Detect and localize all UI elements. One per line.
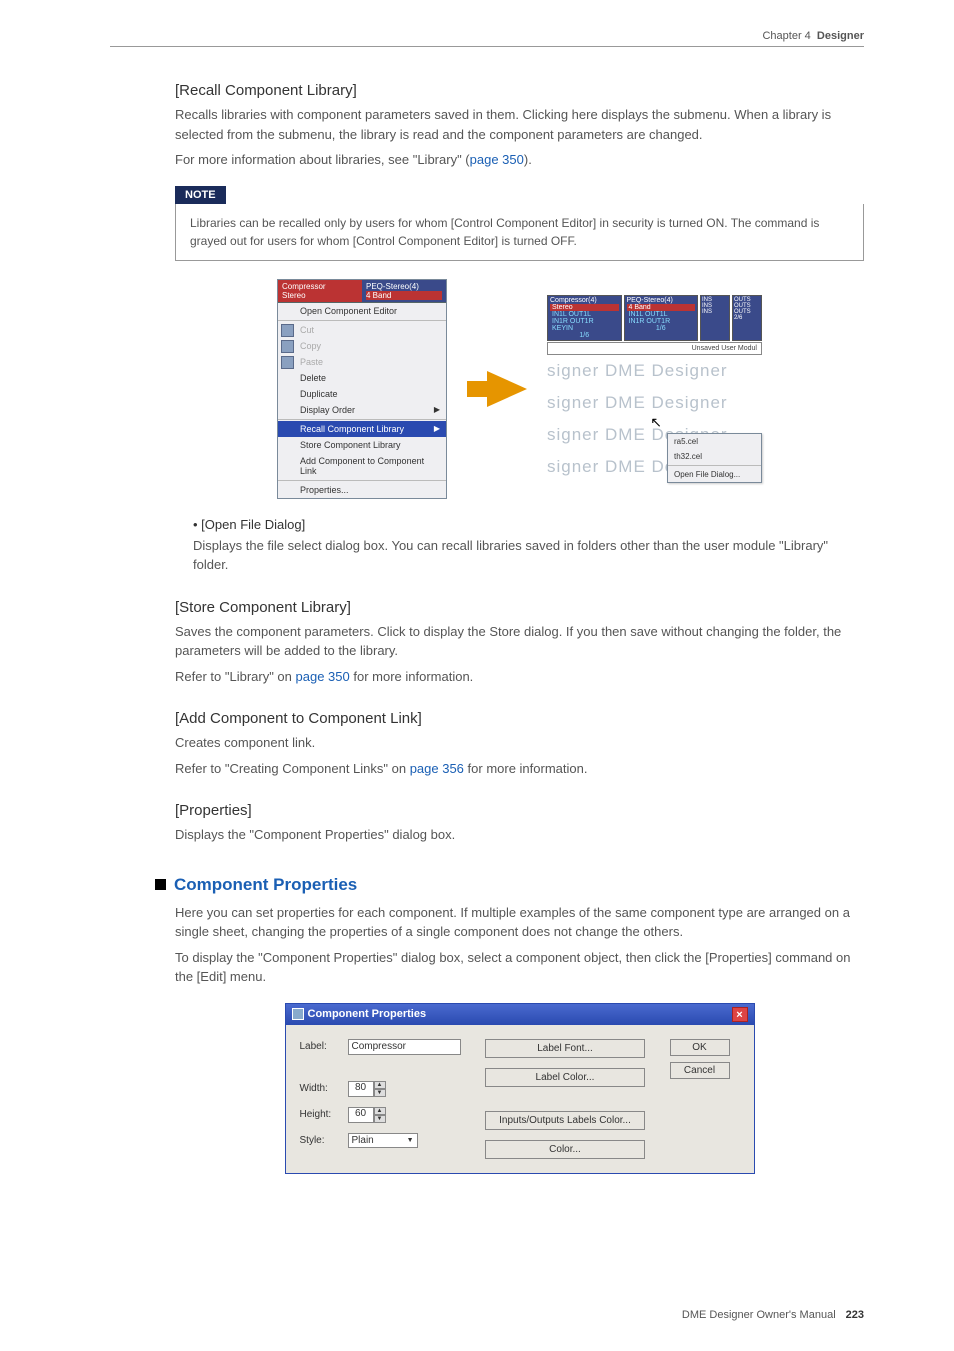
note-text: Libraries can be recalled only by users … — [175, 204, 864, 261]
io-labels-color-button[interactable]: Inputs/Outputs Labels Color... — [485, 1111, 645, 1130]
dialog-icon — [292, 1008, 304, 1020]
page-356-link[interactable]: page 356 — [410, 761, 464, 776]
context-menu-figure: CompressorStereo PEQ-Stereo(4)4 Band Ope… — [277, 279, 447, 499]
ctx-store-library: Store Component Library — [278, 437, 446, 453]
submenu-open-file-dialog: Open File Dialog... — [668, 467, 761, 482]
submenu-item-2: th32.cel — [668, 449, 761, 464]
chevron-down-icon: ▼ — [407, 1137, 414, 1144]
page-number: 223 — [846, 1309, 864, 1321]
note-label: NOTE — [175, 186, 226, 204]
figure-row: CompressorStereo PEQ-Stereo(4)4 Band Ope… — [175, 279, 864, 499]
chevron-down-icon: ▼ — [374, 1089, 386, 1097]
page-footer: DME Designer Owner's Manual 223 — [110, 1309, 864, 1321]
chevron-up-icon: ▲ — [374, 1107, 386, 1115]
color-button[interactable]: Color... — [485, 1140, 645, 1159]
designer-canvas-figure: Compressor(4) Stereo IN1L OUT1L IN1R OUT… — [547, 295, 762, 483]
style-label: Style: — [300, 1135, 340, 1146]
height-stepper[interactable]: 60▲▼ — [348, 1107, 388, 1123]
recall-library-ref: For more information about libraries, se… — [175, 150, 864, 170]
store-library-heading: [Store Component Library] — [175, 599, 864, 616]
recall-library-heading: [Recall Component Library] — [175, 82, 864, 99]
label-font-button[interactable]: Label Font... — [485, 1039, 645, 1058]
add-component-link-ref: Refer to "Creating Component Links" on p… — [175, 759, 864, 779]
recall-library-desc: Recalls libraries with component paramet… — [175, 105, 864, 144]
ctx-delete: Delete — [278, 370, 446, 386]
ctx-add-link: Add Component to Component Link — [278, 453, 446, 479]
add-component-link-desc1: Creates component link. — [175, 733, 864, 753]
store-library-ref: Refer to "Library" on page 350 for more … — [175, 667, 864, 687]
store-library-desc: Saves the component parameters. Click to… — [175, 622, 864, 661]
chevron-down-icon: ▼ — [374, 1115, 386, 1123]
ctx-open-editor: Open Component Editor — [278, 303, 446, 319]
page-350-link[interactable]: page 350 — [470, 152, 524, 167]
bullet-square-icon — [155, 879, 166, 890]
ok-button[interactable]: OK — [670, 1039, 730, 1056]
label-input[interactable]: Compressor — [348, 1039, 461, 1055]
page-350-link-2[interactable]: page 350 — [296, 669, 350, 684]
open-file-dialog-desc: Displays the file select dialog box. You… — [193, 536, 864, 575]
width-stepper[interactable]: 80▲▼ — [348, 1081, 388, 1097]
component-properties-p1: Here you can set properties for each com… — [175, 903, 864, 942]
dialog-title-text: Component Properties — [308, 1008, 427, 1020]
page-header: Chapter 4 Designer — [110, 30, 864, 47]
properties-desc: Displays the "Component Properties" dial… — [175, 825, 864, 845]
manual-title: DME Designer Owner's Manual — [682, 1309, 836, 1321]
label-label: Label: — [300, 1041, 340, 1052]
component-properties-dialog: Component Properties × Label: Compressor… — [285, 1003, 755, 1174]
label-color-button[interactable]: Label Color... — [485, 1068, 645, 1087]
chapter-label: Chapter 4 — [762, 30, 810, 42]
ctx-duplicate: Duplicate — [278, 386, 446, 402]
close-icon[interactable]: × — [732, 1007, 748, 1022]
submenu-item-1: ra5.cel — [668, 434, 761, 449]
component-properties-p2: To display the "Component Properties" di… — [175, 948, 864, 987]
paste-icon — [281, 356, 294, 369]
properties-heading: [Properties] — [175, 802, 864, 819]
cancel-button[interactable]: Cancel — [670, 1062, 730, 1079]
chevron-up-icon: ▲ — [374, 1081, 386, 1089]
ctx-properties: Properties... — [278, 482, 446, 498]
ctx-display-order: Display Order▶ — [278, 402, 446, 418]
component-properties-heading: Component Properties — [155, 875, 864, 895]
section-label: Designer — [817, 30, 864, 42]
cursor-icon: ↖ — [650, 414, 662, 431]
cut-icon — [281, 324, 294, 337]
recall-submenu: ra5.cel th32.cel Open File Dialog... — [667, 433, 762, 483]
ctx-cut: Cut — [278, 322, 446, 338]
header-rule — [110, 46, 864, 47]
dialog-titlebar: Component Properties × — [286, 1004, 754, 1025]
copy-icon — [281, 340, 294, 353]
arrow-head-icon — [487, 371, 527, 407]
open-file-dialog-heading: • [Open File Dialog] — [193, 517, 864, 532]
ctx-paste: Paste — [278, 354, 446, 370]
add-component-link-heading: [Add Component to Component Link] — [175, 710, 864, 727]
ctx-copy: Copy — [278, 338, 446, 354]
width-label: Width: — [300, 1083, 340, 1094]
style-select[interactable]: Plain▼ — [348, 1133, 418, 1148]
height-label: Height: — [300, 1109, 340, 1120]
ctx-recall-library: Recall Component Library▶ — [278, 421, 446, 437]
